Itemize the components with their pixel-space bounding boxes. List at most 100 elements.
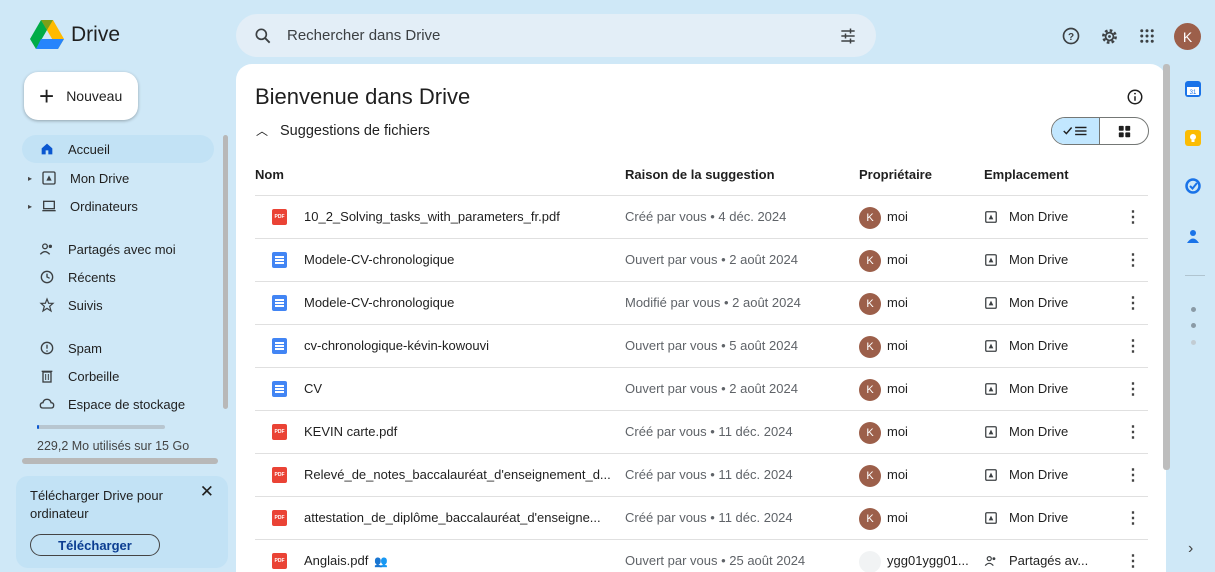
sidebar-item-computers[interactable]: ▸ Ordinateurs [22, 192, 214, 220]
expand-arrow-icon[interactable]: ▸ [28, 174, 38, 183]
sidebar-horizontal-scrollbar[interactable] [22, 458, 218, 464]
cloud-icon [38, 395, 56, 413]
column-header-name[interactable]: Nom [255, 167, 284, 182]
list-view-button[interactable] [1052, 118, 1101, 144]
table-row[interactable]: cv-chronologique-kévin-kowouvi Ouvert par… [255, 325, 1148, 368]
search-icon[interactable] [253, 26, 273, 46]
pdf-file-icon: PDF [272, 467, 287, 483]
more-options-icon[interactable]: ⋮ [1125, 422, 1141, 442]
help-icon[interactable]: ? [1059, 24, 1083, 48]
calendar-icon[interactable]: 31 [1185, 81, 1201, 97]
table-row[interactable]: PDF Anglais.pdf 👥 Ouvert par vous • 25 août… [255, 540, 1148, 572]
chevron-right-icon[interactable]: › [1188, 540, 1193, 558]
main-panel: Bienvenue dans Drive ︿ Suggestions de fi… [236, 64, 1166, 572]
rail-dot [1191, 307, 1196, 312]
suggestion-reason: Ouvert par vous • 2 août 2024 [625, 252, 798, 267]
file-name[interactable]: KEVIN carte.pdf [304, 424, 616, 439]
suggestion-reason: Modifié par vous • 2 août 2024 [625, 295, 801, 310]
file-name[interactable]: cv-chronologique-kévin-kowouvi [304, 338, 616, 353]
people-icon [38, 240, 56, 258]
table-row[interactable]: Modele-CV-chronologique Ouvert par vous •… [255, 239, 1148, 282]
more-options-icon[interactable]: ⋮ [1125, 250, 1141, 270]
apps-grid-icon[interactable] [1135, 24, 1159, 48]
sidebar-item-spam[interactable]: Spam [22, 334, 214, 362]
table-row[interactable]: Modele-CV-chronologique Modifié par vous … [255, 282, 1148, 325]
file-location[interactable]: Mon Drive [1009, 338, 1068, 353]
file-name[interactable]: Modele-CV-chronologique [304, 295, 616, 310]
storage-usage-text: 229,2 Mo utilisés sur 15 Go [37, 439, 190, 453]
table-row[interactable]: CV Ouvert par vous • 2 août 2024 Kmoi Mon D… [255, 368, 1148, 411]
home-icon [38, 140, 56, 158]
suggested-files-toggle[interactable]: ︿ Suggestions de fichiers [256, 122, 430, 139]
tasks-icon[interactable] [1185, 178, 1201, 194]
file-location[interactable]: Mon Drive [1009, 295, 1068, 310]
table-row[interactable]: PDF KEVIN carte.pdf Créé par vous • 11 déc… [255, 411, 1148, 454]
download-button[interactable]: Télécharger [30, 534, 160, 556]
contacts-icon[interactable] [1185, 228, 1201, 244]
more-options-icon[interactable]: ⋮ [1125, 379, 1141, 399]
file-location[interactable]: Partagés av... [1009, 553, 1088, 568]
main-scrollbar[interactable] [1163, 64, 1170, 470]
more-options-icon[interactable]: ⋮ [1125, 551, 1141, 571]
sidebar-scrollbar[interactable] [223, 135, 228, 409]
page-title: Bienvenue dans Drive [255, 84, 471, 109]
file-name[interactable]: 10_2_Solving_tasks_with_parameters_fr.pd… [304, 209, 616, 224]
close-icon[interactable]: ✕ [200, 482, 214, 502]
sidebar-item-storage[interactable]: Espace de stockage [22, 390, 214, 418]
suggestion-reason: Créé par vous • 11 déc. 2024 [625, 424, 793, 439]
suggestion-reason: Créé par vous • 4 déc. 2024 [625, 209, 787, 224]
sidebar-item-home[interactable]: Accueil [22, 135, 214, 163]
owner-avatar: K [859, 465, 881, 487]
top-bar: Drive Rechercher dans Drive ? K [0, 0, 1215, 70]
file-name[interactable]: CV [304, 381, 616, 396]
keep-icon[interactable] [1185, 130, 1201, 146]
info-icon[interactable] [1126, 88, 1144, 106]
more-options-icon[interactable]: ⋮ [1125, 207, 1141, 227]
grid-icon [1118, 125, 1130, 137]
owner-avatar: K [859, 207, 881, 229]
pdf-file-icon: PDF [272, 553, 287, 569]
more-options-icon[interactable]: ⋮ [1125, 293, 1141, 313]
drive-logo-icon [30, 20, 64, 49]
table-row[interactable]: PDF attestation_de_diplôme_baccalauréat_d… [255, 497, 1148, 540]
grid-view-button[interactable] [1100, 118, 1148, 144]
view-toggle[interactable] [1051, 117, 1149, 145]
side-panel-rail: 31 › [1175, 70, 1215, 572]
settings-gear-icon[interactable] [1097, 24, 1121, 48]
rail-divider [1185, 275, 1205, 276]
more-options-icon[interactable]: ⋮ [1125, 508, 1141, 528]
chevron-up-icon: ︿ [256, 124, 269, 138]
drive-icon [985, 340, 997, 352]
sidebar-item-recent[interactable]: Récents [22, 263, 214, 291]
file-location[interactable]: Mon Drive [1009, 209, 1068, 224]
file-location[interactable]: Mon Drive [1009, 467, 1068, 482]
sidebar-item-label: Partagés avec moi [68, 241, 176, 257]
sidebar-item-label: Récents [68, 269, 116, 285]
more-options-icon[interactable]: ⋮ [1125, 336, 1141, 356]
sidebar-item-starred[interactable]: Suivis [22, 291, 214, 319]
file-location[interactable]: Mon Drive [1009, 510, 1068, 525]
table-row[interactable]: PDF Relevé_de_notes_baccalauréat_d'enseig… [255, 454, 1148, 497]
drive-logo[interactable]: Drive [30, 20, 120, 50]
sidebar-item-trash[interactable]: Corbeille [22, 362, 214, 390]
sidebar-item-my-drive[interactable]: ▸ Mon Drive [22, 164, 214, 192]
search-options-icon[interactable] [838, 26, 858, 46]
expand-arrow-icon[interactable]: ▸ [28, 202, 38, 211]
file-location[interactable]: Mon Drive [1009, 381, 1068, 396]
file-location[interactable]: Mon Drive [1009, 424, 1068, 439]
new-button[interactable]: + Nouveau [24, 72, 138, 120]
file-name[interactable]: attestation_de_diplôme_baccalauréat_d'en… [304, 510, 616, 525]
file-location[interactable]: Mon Drive [1009, 252, 1068, 267]
file-name[interactable]: Anglais.pdf 👥 [304, 553, 616, 568]
shared-people-icon: 👥 [374, 556, 389, 568]
sidebar-item-label: Accueil [68, 141, 110, 157]
file-name[interactable]: Relevé_de_notes_baccalauréat_d'enseignem… [304, 467, 616, 482]
table-header: Nom Raison de la suggestion Propriétaire… [255, 164, 1148, 196]
file-name[interactable]: Modele-CV-chronologique [304, 252, 616, 267]
search-input[interactable]: Rechercher dans Drive [287, 27, 838, 44]
sidebar-item-shared[interactable]: Partagés avec moi [22, 235, 214, 263]
search-bar[interactable]: Rechercher dans Drive [236, 14, 876, 57]
more-options-icon[interactable]: ⋮ [1125, 465, 1141, 485]
account-avatar[interactable]: K [1174, 23, 1201, 50]
table-row[interactable]: PDF 10_2_Solving_tasks_with_parameters_fr… [255, 196, 1148, 239]
